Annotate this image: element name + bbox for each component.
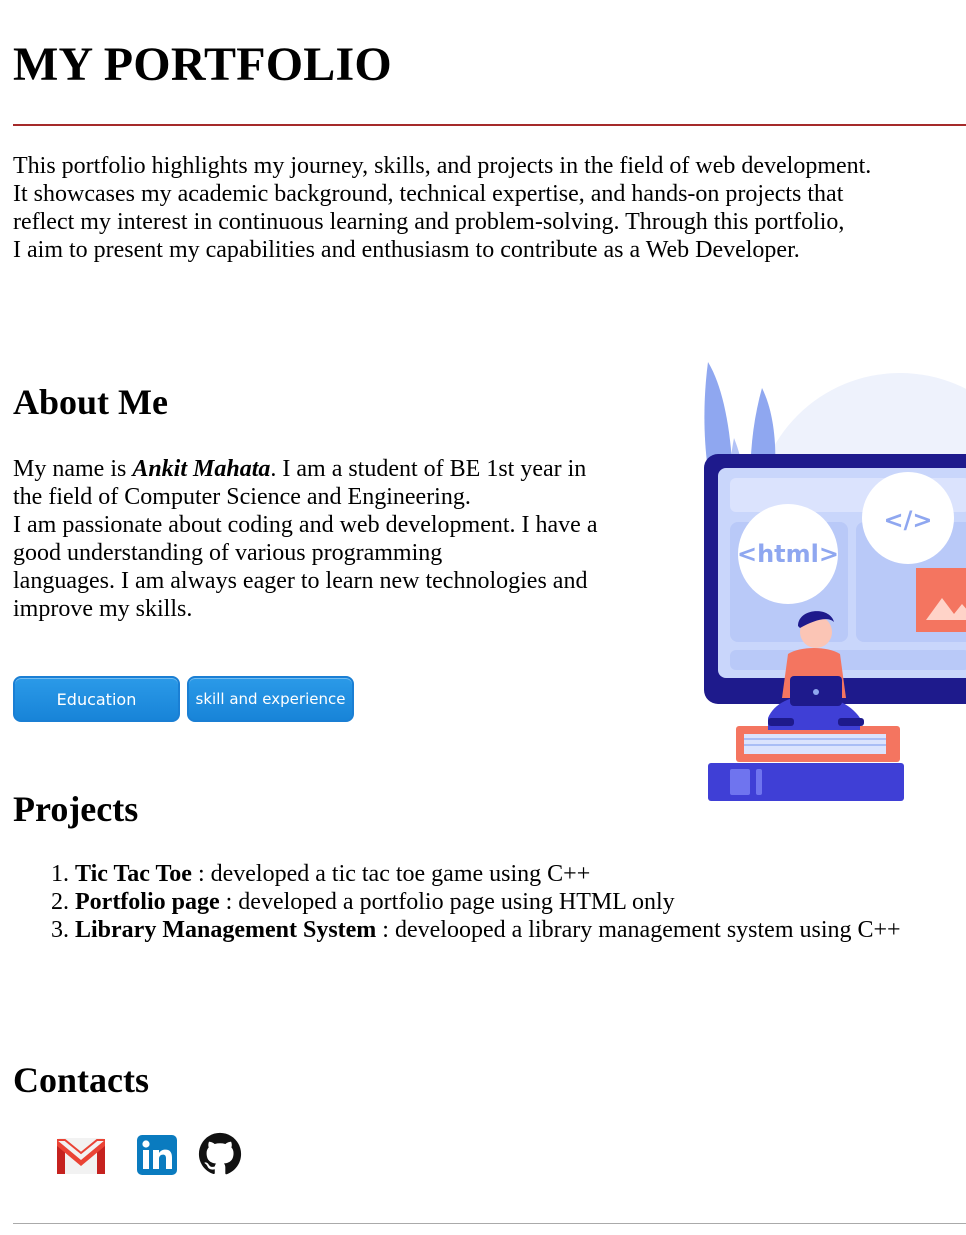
projects-list: Tic Tac Toe : developed a tic tac toe ga…: [13, 860, 966, 944]
gmail-icon[interactable]: [53, 1130, 109, 1180]
author-name: Ankit Mahata: [132, 456, 271, 482]
project-title: Portfolio page: [75, 889, 220, 915]
project-desc: : develooped a library management system…: [376, 917, 901, 943]
skill-experience-button[interactable]: skill and experience: [187, 676, 354, 722]
projects-heading: Projects: [13, 789, 139, 829]
about-line: I am passionate about coding and web dev…: [13, 512, 598, 538]
github-icon[interactable]: [198, 1132, 242, 1176]
about-line: improve my skills.: [13, 596, 193, 622]
about-line: the field of Computer Science and Engine…: [13, 484, 471, 510]
about-line: good understanding of various programmin…: [13, 540, 443, 566]
intro-paragraph: This portfolio highlights my journey, sk…: [13, 152, 953, 264]
project-item: Portfolio page : developed a portfolio p…: [75, 888, 966, 916]
title-divider: [13, 124, 966, 126]
intro-line: It showcases my academic background, tec…: [13, 181, 844, 207]
project-item: Tic Tac Toe : developed a tic tac toe ga…: [75, 860, 966, 888]
project-desc: : developed a portfolio page using HTML …: [219, 889, 675, 915]
web-developer-illustration: <html> </>: [704, 362, 966, 801]
code-tag-label: </>: [884, 506, 933, 534]
contacts-heading: Contacts: [13, 1060, 149, 1100]
project-title: Library Management System: [75, 917, 377, 943]
about-heading: About Me: [13, 382, 168, 422]
project-title: Tic Tac Toe: [75, 861, 192, 887]
education-button[interactable]: Education: [13, 676, 180, 722]
about-prefix: My name is: [13, 456, 133, 482]
footer-divider: [13, 1223, 966, 1224]
project-item: Library Management System : develooped a…: [75, 916, 966, 944]
about-paragraph: My name is Ankit Mahata. I am a student …: [13, 455, 653, 623]
page-title: MY PORTFOLIO: [13, 38, 392, 91]
about-suffix: . I am a student of BE 1st year in: [270, 456, 587, 482]
intro-line: reflect my interest in continuous learni…: [13, 209, 845, 235]
about-line: languages. I am always eager to learn ne…: [13, 568, 588, 594]
project-desc: : developed a tic tac toe game using C++: [191, 861, 591, 887]
about-line: My name is Ankit Mahata. I am a student …: [13, 455, 653, 483]
html-tag-label: <html>: [737, 540, 839, 568]
linkedin-icon[interactable]: [137, 1135, 177, 1175]
intro-line: This portfolio highlights my journey, sk…: [13, 153, 872, 179]
intro-line: I aim to present my capabilities and ent…: [13, 237, 800, 263]
